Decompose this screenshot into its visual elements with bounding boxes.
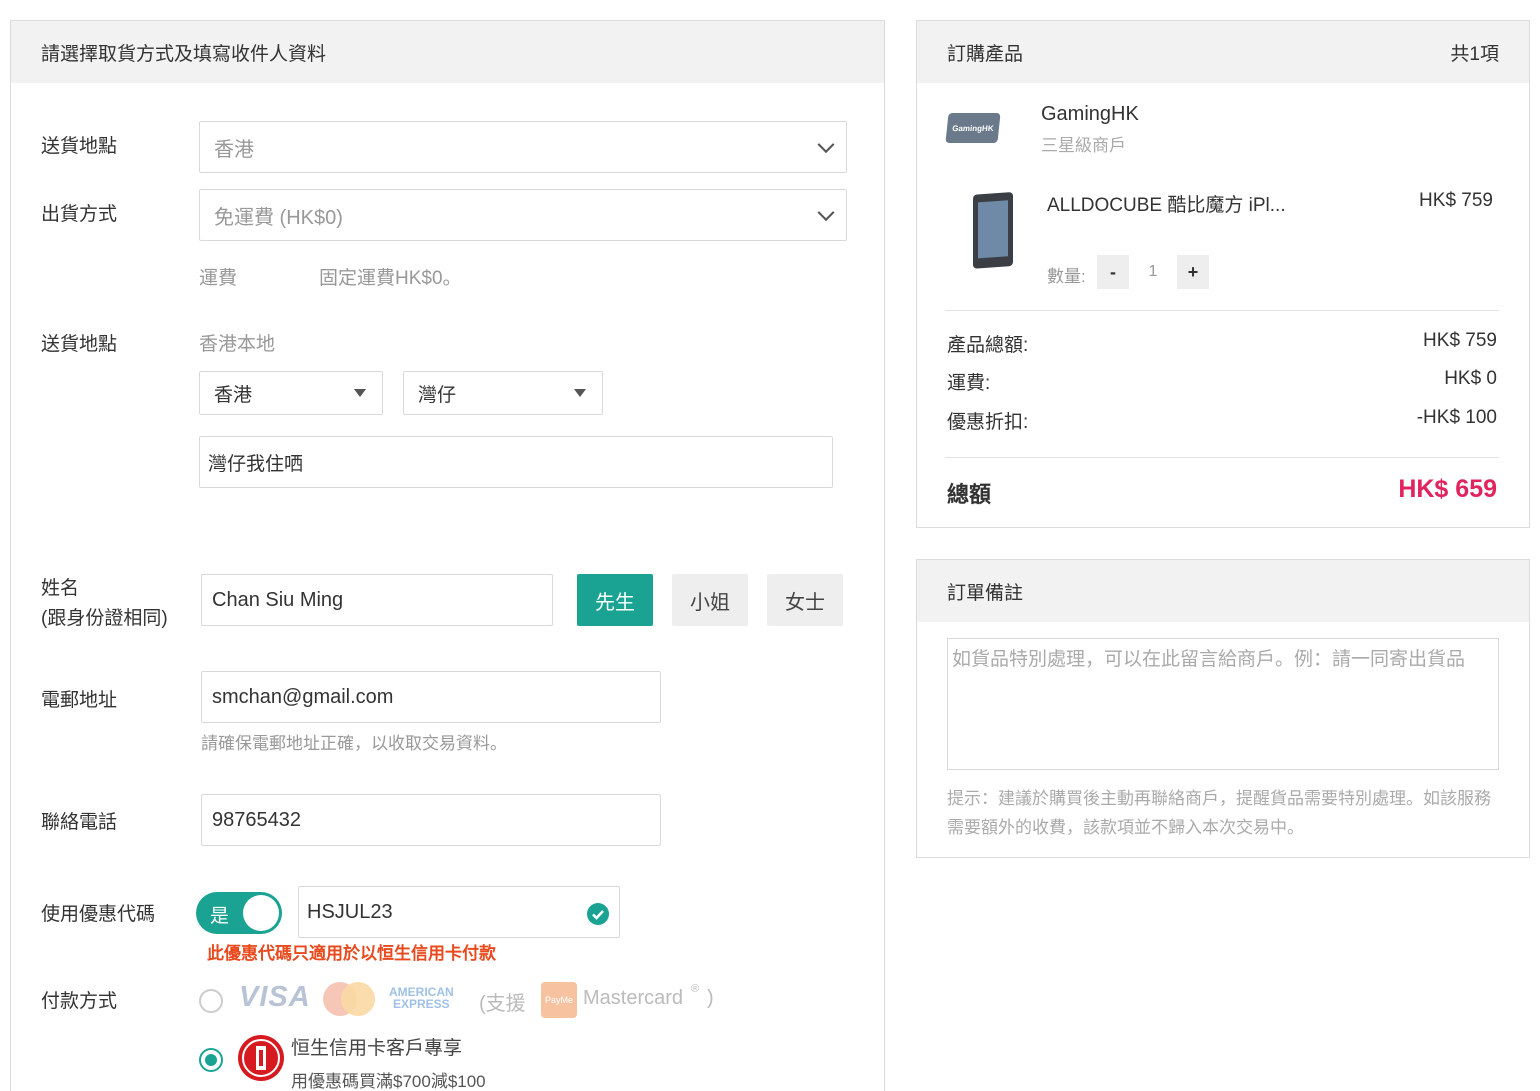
subtotal-value: HK$ 759 — [1423, 330, 1497, 351]
quantity-value[interactable]: 1 — [1129, 255, 1177, 289]
order-item-count: 共1項 — [1450, 43, 1499, 65]
mastercard-text: Mastercard — [583, 987, 684, 1009]
coupon-toggle-label: 是 — [210, 906, 230, 927]
name-label: 姓名 — [41, 578, 80, 599]
address-region: 香港本地 — [199, 334, 276, 355]
dropdown-triangle-icon — [354, 389, 366, 397]
email-value: smchan@gmail.com — [212, 685, 394, 708]
address-input[interactable]: 灣仔我住哂 — [199, 436, 833, 488]
order-summary-title: 訂購產品 — [947, 43, 1024, 65]
product-name[interactable]: ALLDOCUBE 酷比魔方 iPl... — [1047, 190, 1286, 217]
title-ms-button[interactable]: 女士 — [767, 574, 843, 626]
support-open: (支援 — [479, 993, 526, 1015]
fee-value: 固定運費HK$0。 — [319, 268, 462, 289]
delivery-location-value: 香港 — [214, 138, 254, 161]
hangseng-subtitle: 用優惠碼買滿$700減$100 — [291, 1072, 486, 1091]
quantity-increase-button[interactable]: + — [1177, 255, 1209, 289]
delivery-location-label: 送貨地點 — [41, 136, 118, 157]
address-label: 送貨地點 — [41, 334, 118, 355]
product-price: HK$ 759 — [1419, 190, 1493, 211]
divider — [945, 457, 1499, 458]
merchant-name[interactable]: GamingHK — [1041, 103, 1139, 126]
shipping-method-label: 出貨方式 — [41, 204, 118, 225]
payment-radio-cards[interactable] — [199, 989, 223, 1013]
chevron-down-icon — [817, 204, 835, 222]
phone-label: 聯絡電話 — [41, 812, 118, 833]
delivery-form-header: 請選擇取貨方式及填寫收件人資料 — [11, 21, 884, 83]
order-notes-title: 訂單備註 — [947, 582, 1024, 604]
merchant-logo[interactable]: GamingHK — [945, 113, 1001, 143]
delivery-form-title: 請選擇取貨方式及填寫收件人資料 — [41, 43, 327, 65]
coupon-input[interactable]: HSJUL23 — [298, 886, 620, 938]
delivery-form-panel: 請選擇取貨方式及填寫收件人資料 送貨地點 香港 出貨方式 免運費 (HK$0) … — [10, 20, 885, 1091]
email-input[interactable]: smchan@gmail.com — [201, 671, 661, 723]
order-notes-placeholder: 如貨品特別處理，可以在此留言給商戶。例：請一同寄出貨品 — [952, 649, 1466, 670]
order-notes-tip: 提示：建議於購買後主動再聯絡商戶，提醒貨品需要特別處理。如該服務需要額外的收費，… — [947, 789, 1491, 837]
total-label: 總額 — [947, 482, 992, 507]
amex-line-2: EXPRESS — [392, 997, 450, 1011]
coupon-label: 使用優惠代碼 — [41, 904, 156, 925]
quantity-label: 數量: — [1047, 267, 1086, 286]
product-image[interactable] — [969, 191, 1019, 273]
merchant-rating: 三星級商戶 — [1041, 136, 1126, 155]
order-summary-header: 訂購產品 共1項 — [917, 21, 1529, 83]
hangseng-title: 恒生信用卡客戶專享 — [291, 1038, 463, 1059]
toggle-knob — [243, 895, 279, 931]
order-notes-header: 訂單備註 — [917, 560, 1529, 622]
quantity-stepper: - 1 + — [1097, 255, 1209, 289]
divider — [945, 310, 1499, 311]
phone-value: 98765432 — [212, 808, 301, 831]
order-notes-panel: 訂單備註 如貨品特別處理，可以在此留言給商戶。例：請一同寄出貨品 提示：建議於購… — [916, 559, 1530, 858]
area-select[interactable]: 灣仔 — [403, 371, 603, 415]
title-mr-button[interactable]: 先生 — [577, 574, 653, 626]
registered-mark: ® — [691, 983, 700, 995]
email-label: 電郵地址 — [41, 690, 118, 711]
name-input[interactable]: Chan Siu Ming — [201, 574, 553, 626]
check-circle-icon — [587, 903, 609, 925]
address-value: 灣仔我住哂 — [208, 453, 304, 475]
mastercard-logo-icon — [323, 982, 375, 1016]
hangseng-logo-icon — [238, 1035, 284, 1081]
district-select[interactable]: 香港 — [199, 371, 383, 415]
discount-label: 優惠折扣: — [947, 412, 1029, 433]
support-close: ) — [707, 987, 714, 1009]
visa-logo: VISA — [239, 981, 311, 1013]
coupon-toggle[interactable]: 是 — [196, 892, 282, 934]
shipping-value: HK$ 0 — [1444, 368, 1497, 389]
order-notes-textarea[interactable]: 如貨品特別處理，可以在此留言給商戶。例：請一同寄出貨品 — [947, 638, 1499, 770]
payment-radio-hangseng[interactable] — [199, 1048, 223, 1072]
coupon-value: HSJUL23 — [307, 900, 393, 923]
district-value: 香港 — [214, 384, 253, 406]
delivery-location-select[interactable]: 香港 — [199, 121, 847, 173]
coupon-warning: 此優惠代碼只適用於以恒生信用卡付款 — [207, 944, 496, 963]
amex-logo: AMERICAN EXPRESS — [389, 986, 454, 1010]
subtotal-label: 產品總額: — [947, 335, 1029, 356]
order-summary-panel: 訂購產品 共1項 GamingHK GamingHK 三星級商戶 ALLDOCU… — [916, 20, 1530, 528]
payment-label: 付款方式 — [41, 991, 118, 1012]
area-value: 灣仔 — [418, 384, 457, 406]
name-value: Chan Siu Ming — [212, 588, 344, 611]
chevron-down-icon — [817, 136, 835, 154]
discount-value: -HK$ 100 — [1416, 407, 1497, 428]
title-miss-button[interactable]: 小姐 — [672, 574, 748, 626]
name-sublabel: (跟身份證相同) — [41, 608, 168, 629]
payme-logo: PayMe — [541, 982, 577, 1018]
phone-input[interactable]: 98765432 — [201, 794, 661, 846]
shipping-method-value: 免運費 (HK$0) — [214, 206, 343, 229]
total-value: HK$ 659 — [1398, 475, 1497, 503]
quantity-decrease-button[interactable]: - — [1097, 255, 1129, 289]
email-hint: 請確保電郵地址正確，以收取交易資料。 — [201, 734, 507, 753]
shipping-method-select[interactable]: 免運費 (HK$0) — [199, 189, 847, 241]
shipping-label: 運費: — [947, 373, 991, 394]
fee-label: 運費 — [199, 268, 238, 289]
dropdown-triangle-icon — [574, 389, 586, 397]
